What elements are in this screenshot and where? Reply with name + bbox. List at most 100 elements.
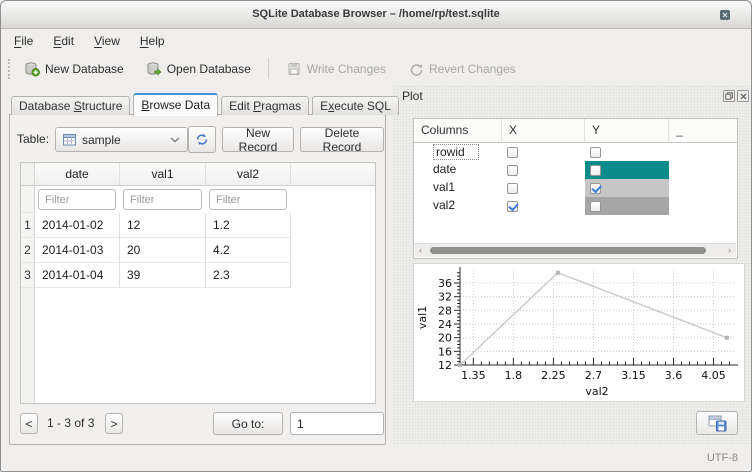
menu-edit[interactable]: Edit [50,32,77,50]
plot-y-cell [585,197,669,215]
toolbar-button-label: Revert Changes [429,62,516,76]
column-header-date[interactable]: date [35,163,120,186]
grid-cell[interactable]: 4.2 [206,238,291,263]
plot-header-_[interactable]: _ [669,119,737,143]
plot-x-cell [502,197,585,215]
plot-column-row: date [414,161,737,179]
record-range-label: 1 - 3 of 3 [47,412,94,435]
delete-record-button[interactable]: Delete Record [300,127,384,152]
grid-cell[interactable]: 2014-01-02 [35,213,120,238]
write-changes-button[interactable]: Write Changes [279,57,393,81]
grid-cell[interactable]: 39 [120,263,206,288]
grid-cell[interactable]: 2.3 [206,263,291,288]
goto-input[interactable] [290,412,384,435]
new-database-button[interactable]: New Database [17,57,131,81]
y-checkbox-rowid[interactable] [590,147,601,158]
restore-icon [725,92,733,100]
x-checkbox-val1[interactable] [507,183,518,194]
plot-column-name-val2[interactable]: val2 [414,197,502,215]
menu-view[interactable]: View [91,32,123,50]
toolbar-button-label: New Database [45,62,124,76]
plot-chart-box: 1.351.82.252.73.153.64.0512162024283236v… [413,263,745,402]
toolbar-button-label: Write Changes [307,62,386,76]
scroll-left-arrow-icon[interactable]: ‹ [419,244,422,256]
y-checkbox-val2[interactable] [590,201,601,212]
grid-cell[interactable]: 2014-01-04 [35,263,120,288]
filter-input-val2[interactable] [209,189,287,210]
write-changes-icon [286,61,302,77]
table-select[interactable]: sample [55,127,188,152]
revert-changes-icon [408,61,424,77]
filter-input-date[interactable] [38,189,116,210]
row-number[interactable]: 3 [21,263,35,288]
next-records-button[interactable]: > [105,413,123,434]
column-header-filler [291,163,375,186]
svg-text:12: 12 [438,359,452,372]
title-bar[interactable]: SQLite Database Browser – /home/rp/test.… [1,1,751,29]
svg-text:3.15: 3.15 [621,369,646,382]
x-checkbox-rowid[interactable] [507,147,518,158]
new-record-button[interactable]: New Record [222,127,294,152]
tab-edit-pragmas[interactable]: Edit Pragmas [221,96,309,115]
svg-text:1.35: 1.35 [461,369,486,382]
tab-database-structure[interactable]: Database Structure [11,96,130,115]
svg-text:16: 16 [438,345,452,358]
plot-columns-table: ColumnsXY_ rowid date val1 val2 ‹ › [413,118,738,259]
svg-text:1.8: 1.8 [505,369,523,382]
main-toolbar: New Database Open Database Write Changes… [1,53,751,84]
grid-cell[interactable]: 2014-01-03 [35,238,120,263]
window-title: SQLite Database Browser – /home/rp/test.… [1,1,751,28]
plot-column-row: rowid [414,143,737,161]
plot-column-name-val1[interactable]: val1 [414,179,502,197]
row-number[interactable]: 1 [21,213,35,238]
filter-cell [35,186,120,213]
browse-data-pane: Table: sample New Record Delete Record d… [9,114,386,445]
save-plot-button[interactable] [696,411,738,435]
horizontal-scrollbar[interactable]: ‹ › [415,243,736,257]
refresh-button[interactable] [188,126,216,153]
plot-header-Columns[interactable]: Columns [414,119,502,143]
svg-text:2.25: 2.25 [541,369,566,382]
toolbar-button-label: Open Database [167,62,251,76]
scrollbar-thumb[interactable] [430,247,706,254]
column-header-val2[interactable]: val2 [206,163,291,186]
plot-header-Y[interactable]: Y [585,119,669,143]
x-checkbox-val2[interactable] [507,201,518,212]
y-checkbox-val1[interactable] [590,183,601,194]
record-navigation: < 1 - 3 of 3 > Go to: [20,412,375,436]
filter-input-val1[interactable] [123,189,202,210]
grid-cell[interactable]: 12 [120,213,206,238]
menu-help[interactable]: Help [137,32,168,50]
goto-button[interactable]: Go to: [213,412,283,435]
revert-changes-button[interactable]: Revert Changes [401,57,523,81]
close-icon [722,12,728,18]
dock-close-button[interactable] [737,90,749,102]
grid-cell[interactable]: 20 [120,238,206,263]
grid-cell[interactable]: 1.2 [206,213,291,238]
window-close-button[interactable] [720,10,730,20]
scroll-right-arrow-icon[interactable]: › [728,244,731,256]
plot-chart: 1.351.82.252.73.153.64.0512162024283236v… [414,264,744,401]
refresh-icon [195,132,209,147]
filter-row-corner [21,186,35,213]
open-database-button[interactable]: Open Database [139,57,258,81]
plot-header-X[interactable]: X [502,119,585,143]
table-icon [63,134,76,146]
plot-y-cell [585,143,669,161]
plot-column-name-rowid[interactable]: rowid [414,143,502,161]
svg-text:3.6: 3.6 [665,369,683,382]
svg-text:32: 32 [438,291,452,304]
dock-float-button[interactable] [723,90,735,102]
plot-dock-title: Plot [402,89,423,103]
x-checkbox-date[interactable] [507,165,518,176]
tab-execute-sql[interactable]: Execute SQL [312,96,399,115]
prev-records-button[interactable]: < [20,413,38,434]
menu-bar: File Edit View Help [1,29,751,53]
row-number[interactable]: 2 [21,238,35,263]
tab-browse-data[interactable]: Browse Data [133,93,218,116]
y-checkbox-date[interactable] [590,165,601,176]
menu-file[interactable]: File [11,32,36,50]
toolbar-handle[interactable] [8,59,10,79]
column-header-val1[interactable]: val1 [120,163,206,186]
plot-column-name-date[interactable]: date [414,161,502,179]
